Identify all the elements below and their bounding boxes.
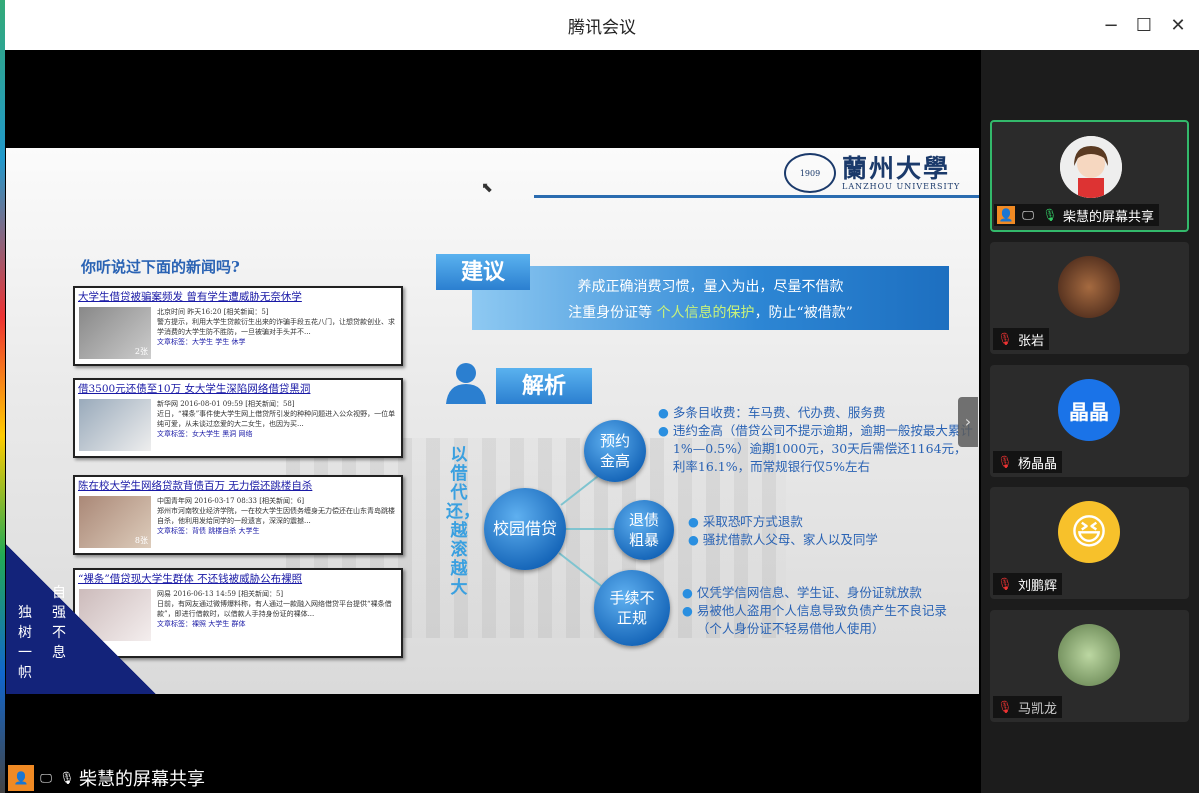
mouse-cursor-icon: ⬉ [481,180,493,196]
person-icon [446,363,486,404]
university-logo: 1909 蘭州大學 LANZHOU UNIVERSITY [784,152,974,194]
screen-share-icon: 🖵 [1022,207,1034,222]
participant-tile-3[interactable]: 晶晶 🎙 杨晶晶 [990,365,1189,477]
news-thumbnail: 8张 [79,496,151,548]
avatar [1058,256,1120,318]
screen-share-icon: 🖵 [40,770,52,785]
suggestion-box: 养成正确消费习惯，量入为出，尽量不借款 注重身份证等 个人信息的保护，防止“被借… [472,266,949,330]
circle-rough-collection: 退债粗暴 [614,500,674,560]
participant-tile-4[interactable]: 😆 🎙 刘鹏辉 [990,487,1189,599]
participant-tile-5[interactable]: 🎙 马凯龙 [990,610,1189,722]
calligraphy-left: 独树一帜 [18,605,32,681]
mic-muted-icon: 🎙 [997,332,1013,346]
close-button[interactable]: ✕ [1165,13,1191,39]
host-icon: 👤 [8,765,34,791]
participant-panel: 👤 🖵 🎙 柴慧的屏幕共享 🎙 张岩 晶晶 🎙 杨晶晶 😆 🎙 刘鹏辉 🎙 马凯… [981,50,1199,793]
bullet-group-3: ● 仅凭学信网信息、学生证、身份证就放款 ● 易被他人盗用个人信息导致负债产生不良… [682,585,947,636]
emoji-avatar: 😆 [1058,501,1120,563]
current-sharer-bar: 👤 🖵 🎙 柴慧的屏幕共享 [8,765,205,791]
minimize-button[interactable]: − [1098,13,1124,39]
news-headline: 大学生借贷被骗案频发 曾有学生遭威胁无奈休学 [78,291,302,303]
suggestion-line-2: 注重身份证等 个人信息的保护，防止“被借款” [568,305,853,321]
participant-tile-2[interactable]: 🎙 张岩 [990,242,1189,354]
news-thumbnail [79,399,151,451]
shared-slide: 1909 蘭州大學 LANZHOU UNIVERSITY ⬉ 你听说过下面的新闻… [6,148,979,694]
participant-name-bar: 🎙 马凯龙 [993,696,1063,718]
maximize-button[interactable]: ☐ [1131,13,1157,39]
window-titlebar: 腾讯会议 − ☐ ✕ [5,0,1199,50]
news-card-3: 陈在校大学生网络贷款背债百万 无力偿还跳楼自杀 8张 中国青年网 2016-03… [73,475,403,555]
mic-muted-icon: 🎙 [997,700,1013,714]
bullet-group-2: ● 采取恐吓方式退款 ● 骚扰借款人父母、家人以及同学 [688,514,878,547]
bullet-group-1: ● 多条目收费：车马费、代办费、服务费 ● 违约金高（借贷公司不提示逾期，逾期一般… [658,405,973,474]
calligraphy-right: 自强不息 [52,585,66,661]
suggestion-line-1: 养成正确消费习惯，量入为出，尽量不借款 [577,279,844,295]
avatar [1060,136,1122,198]
news-headline: 借3500元还债至10万 女大学生深陷网络借贷黑洞 [78,383,311,395]
university-seal-icon: 1909 [784,153,836,193]
header-divider [534,195,979,198]
participant-name-bar: 🎙 杨晶晶 [993,451,1063,473]
participant-name-bar: 🎙 刘鹏辉 [993,573,1063,595]
connector-line [566,528,616,530]
question-heading: 你听说过下面的新闻吗? [81,258,240,276]
participant-name-bar: 👤 🖵 🎙 柴慧的屏幕共享 [994,204,1160,226]
avatar [1058,624,1120,686]
next-arrow-button[interactable]: › [958,397,978,447]
vertical-slogan: 以借代还，越滚越大 [446,445,480,598]
news-headline: 陈在校大学生网络贷款背债百万 无力偿还跳楼自杀 [78,480,313,492]
window-title: 腾讯会议 [568,17,636,38]
circle-high-fee: 预约金高 [584,420,646,482]
center-circle: 校园借贷 [484,488,566,570]
analysis-label: 解析 [496,368,592,404]
logo-cn: 蘭州大學 [842,153,951,183]
news-thumbnail: 2张 [79,307,151,359]
avatar: 晶晶 [1058,379,1120,441]
participant-tile-1[interactable]: 👤 🖵 🎙 柴慧的屏幕共享 [990,120,1189,232]
circle-irregular-procedure: 手续不正规 [594,570,670,646]
mic-muted-icon: 🎙 [997,577,1013,591]
participant-name-bar: 🎙 张岩 [993,328,1050,350]
news-card-1: 大学生借贷被骗案频发 曾有学生遭威胁无奈休学 2张 北京时间 昨天16:20 [… [73,286,403,366]
microphone-icon: 🎙 [1042,208,1058,222]
mic-muted-icon: 🎙 [997,455,1013,469]
microphone-icon: 🎙 [59,771,75,785]
logo-en: LANZHOU UNIVERSITY [842,181,961,191]
host-icon: 👤 [997,206,1015,224]
suggestion-label: 建议 [436,254,530,290]
news-card-2: 借3500元还债至10万 女大学生深陷网络借贷黑洞 新华网 2016-08-01… [73,378,403,458]
